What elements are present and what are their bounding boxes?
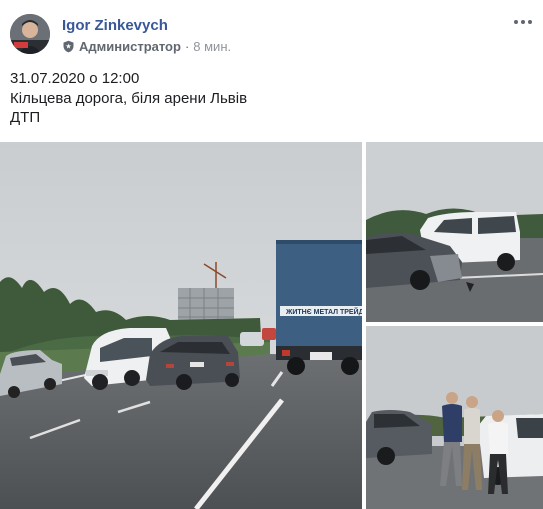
- post-header: Igor Zinkevych Администратор · 8 мин.: [0, 0, 543, 64]
- photo-main[interactable]: ЖИТНЄ МЕТАЛ ТРЕЙДИНГ: [0, 142, 362, 509]
- photo-top-right[interactable]: [366, 142, 543, 322]
- more-options-icon[interactable]: [511, 12, 535, 32]
- photo-bottom-right[interactable]: [366, 326, 543, 509]
- author-role[interactable]: Администратор: [79, 39, 181, 54]
- photo-top-right-image: [366, 142, 543, 322]
- photo-main-image: ЖИТНЄ МЕТАЛ ТРЕЙДИНГ: [0, 142, 362, 509]
- post-text-line-subject: ДТП: [10, 109, 41, 126]
- post-text-line-location: Кільцева дорога, біля арени Львів: [10, 89, 248, 107]
- post-text: 31.07.2020 о 12:00 Кільцева дорога, біля…: [10, 69, 247, 128]
- meta-separator: ·: [184, 39, 190, 54]
- author-name[interactable]: Igor Zinkevych: [62, 17, 168, 34]
- photo-bottom-right-image: [366, 326, 543, 509]
- author-avatar[interactable]: [10, 14, 50, 54]
- photo-grid: ЖИТНЄ МЕТАЛ ТРЕЙДИНГ: [0, 142, 543, 509]
- post-text-line-date: 31.07.2020 о 12:00: [10, 70, 140, 87]
- post-timestamp[interactable]: 8 мин.: [193, 39, 231, 54]
- avatar-image: [10, 14, 50, 54]
- post-meta: Администратор · 8 мин.: [62, 39, 231, 54]
- shield-icon: [62, 40, 75, 53]
- truck-sign: ЖИТНЄ МЕТАЛ ТРЕЙДИНГ: [285, 307, 362, 316]
